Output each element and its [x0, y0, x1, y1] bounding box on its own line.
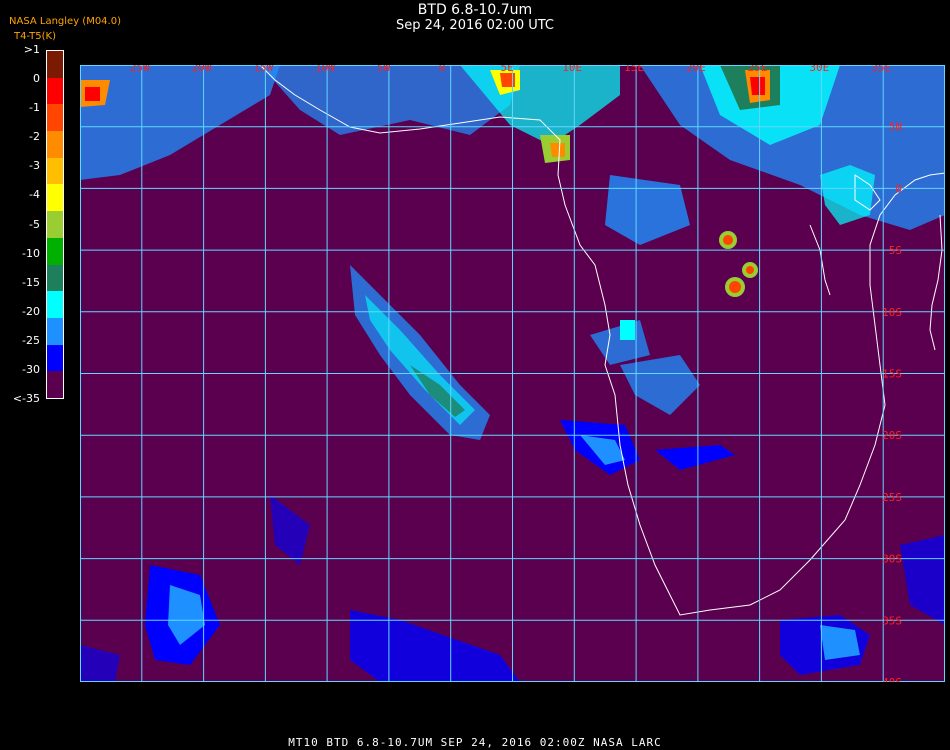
legend-swatch — [47, 104, 63, 132]
legend-label: -30 — [22, 363, 40, 376]
legend-swatch — [47, 344, 63, 372]
lon-label: 30E — [809, 65, 829, 74]
legend-swatch — [47, 291, 63, 319]
lon-label: 25W — [130, 65, 150, 74]
lat-label: 30S — [882, 553, 902, 566]
lat-label: 5N — [889, 121, 902, 134]
lat-label: 10S — [882, 306, 902, 319]
legend-label: -25 — [22, 333, 40, 347]
chart-title: BTD 6.8-10.7um — [417, 2, 533, 18]
legend-swatch — [47, 184, 63, 212]
color-bar — [46, 50, 64, 399]
footer-caption: MT10 BTD 6.8-10.7UM SEP 24, 2016 02:00Z … — [288, 736, 662, 749]
legend-label: -1 — [29, 101, 40, 115]
lat-label: 15S — [882, 368, 902, 381]
legend-swatch — [47, 317, 63, 346]
legend-title: T4-T5(K) — [14, 31, 56, 42]
satellite-map: 25W 20W 15W 10W 5W 0 5E 10E 15E 20E 25E 30E 35E 5N 0 5… — [80, 65, 945, 682]
legend-label: -10 — [22, 246, 40, 260]
lat-label: 40S — [882, 676, 902, 682]
lon-label: 15E — [624, 65, 644, 74]
legend-label: -5 — [29, 217, 40, 231]
legend-swatch — [47, 157, 63, 185]
legend-label: -15 — [22, 275, 40, 289]
lon-label: 20E — [686, 65, 706, 74]
lon-label: 0 — [439, 65, 446, 74]
legend-label: >1 — [23, 43, 40, 56]
color-legend: >1 0 -1 -2 -3 -4 -5 -10 -15 -20 -25 -30 <-35 — [0, 43, 80, 410]
legend-label: -3 — [29, 159, 40, 173]
legend-swatch — [47, 131, 63, 159]
lon-label: 25E — [748, 65, 768, 74]
legend-label: -2 — [29, 130, 40, 144]
legend-swatch — [47, 264, 63, 292]
lon-label: 35E — [871, 65, 891, 74]
lon-label: 5E — [501, 65, 514, 74]
map-canvas: 25W 20W 15W 10W 5W 0 5E 10E 15E 20E 25E 30E 35E 5N 0 5… — [80, 65, 945, 682]
legend-swatch — [47, 211, 63, 239]
legend-swatch — [47, 371, 63, 399]
chart-timestamp: Sep 24, 2016 02:00 UTC — [395, 18, 555, 33]
lat-label: 35S — [882, 614, 902, 627]
lon-label: 5W — [377, 65, 391, 74]
legend-swatch — [47, 51, 63, 79]
lon-label: 20W — [192, 65, 212, 74]
lon-label: 15W — [253, 65, 273, 74]
lat-label: 25S — [882, 491, 902, 504]
legend-label: 0 — [33, 72, 40, 86]
legend-swatch — [47, 237, 63, 266]
lon-label: 10W — [315, 65, 335, 74]
producer-credit: NASA Langley (M04.0) — [9, 16, 121, 27]
lat-label: 0 — [895, 182, 902, 195]
legend-label: -4 — [29, 188, 40, 202]
lat-label: 20S — [882, 429, 902, 442]
lat-label: 5S — [889, 244, 902, 257]
legend-swatch — [47, 77, 63, 105]
legend-label: -20 — [22, 304, 40, 318]
lon-label: 10E — [562, 65, 582, 74]
legend-label: <-35 — [12, 392, 40, 406]
